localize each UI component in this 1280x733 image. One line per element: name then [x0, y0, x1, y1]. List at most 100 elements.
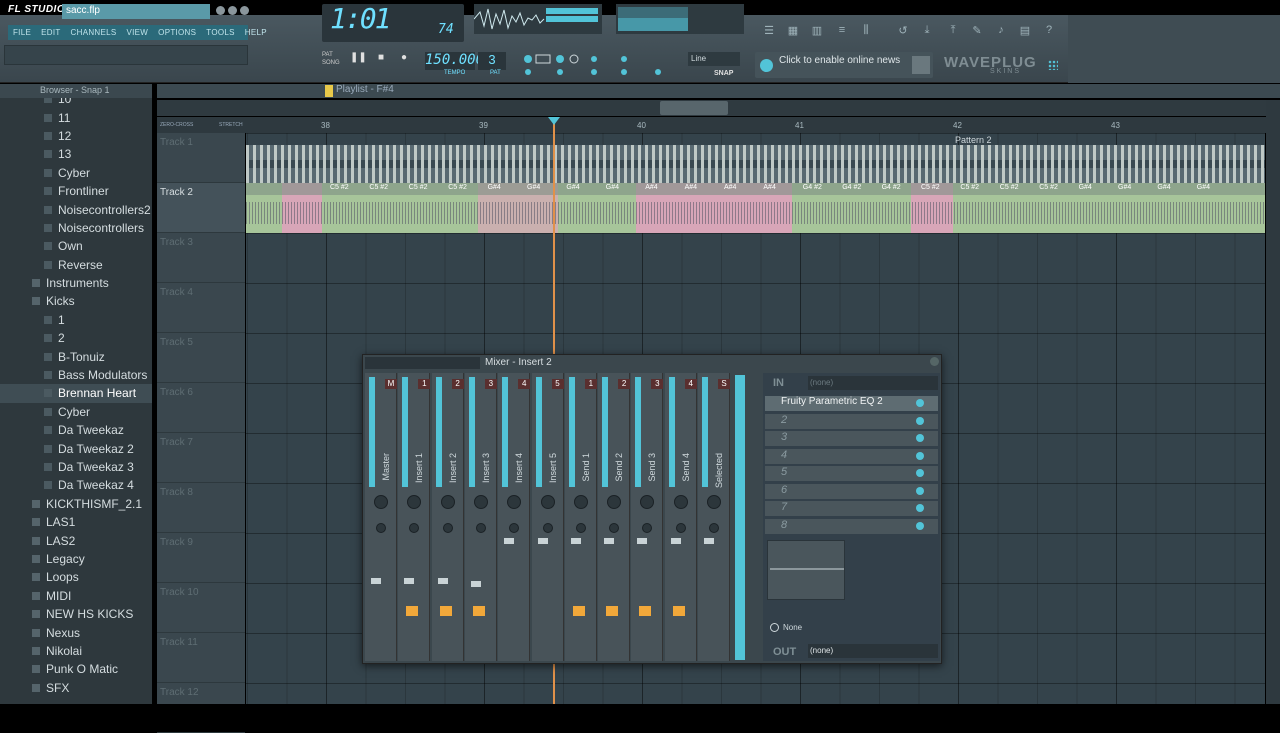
pan-knob[interactable]: [507, 495, 522, 509]
channel-rack-icon[interactable]: ▥: [810, 24, 824, 37]
menu-tools[interactable]: TOOLS: [201, 25, 239, 40]
slot-enable-icon[interactable]: [916, 521, 924, 530]
mixer-strip[interactable]: 5 Insert 5: [531, 373, 564, 661]
browser-item[interactable]: MIDI: [0, 587, 152, 605]
fx-indicator[interactable]: [606, 606, 619, 616]
undo-icon[interactable]: ↺: [896, 24, 910, 37]
pause-icon[interactable]: ❚❚: [350, 52, 367, 66]
help-icon[interactable]: ?: [1042, 24, 1056, 36]
song-mode-label[interactable]: SONG: [322, 60, 340, 66]
effect-slot[interactable]: 8: [765, 518, 938, 534]
pan-knob[interactable]: [540, 495, 555, 509]
browser-item[interactable]: Da Tweekaz 3: [0, 458, 152, 476]
stop-icon[interactable]: ■: [373, 52, 389, 66]
volume-fader[interactable]: [604, 538, 615, 544]
slot-enable-icon[interactable]: [916, 416, 924, 425]
mixer-title-bar[interactable]: [365, 357, 480, 369]
browser-item[interactable]: Da Tweekaz 4: [0, 476, 152, 494]
fx-indicator[interactable]: [439, 606, 452, 616]
browser-item[interactable]: 1: [0, 311, 152, 329]
volume-fader[interactable]: [470, 581, 481, 587]
menu-view[interactable]: VIEW: [122, 25, 154, 40]
mixer-strip[interactable]: 4 Send 4: [664, 373, 697, 661]
volume-fader[interactable]: [537, 538, 548, 544]
effect-slot[interactable]: 5: [765, 466, 938, 481]
track-header[interactable]: Track 7: [157, 433, 245, 483]
browser-header[interactable]: Browser - Snap 1: [0, 84, 152, 98]
mixer-close-button[interactable]: [930, 357, 939, 366]
volume-fader[interactable]: [704, 538, 714, 544]
effect-slot[interactable]: 4: [765, 448, 938, 464]
browser-item[interactable]: NEW HS KICKS: [0, 605, 152, 623]
pattern-clip-track-1[interactable]: [246, 145, 1265, 183]
browser-icon[interactable]: ⫼: [859, 24, 873, 36]
fx-indicator[interactable]: [472, 606, 485, 616]
browser-item[interactable]: Instruments: [0, 274, 152, 292]
menu-channels[interactable]: CHANNELS: [66, 25, 122, 40]
slot-enable-icon[interactable]: [916, 469, 924, 477]
pan-knob[interactable]: [607, 495, 622, 509]
browser-item[interactable]: 11: [0, 108, 152, 126]
browser-item[interactable]: Noisecontrollers: [0, 219, 152, 237]
mixer-strip[interactable]: 1 Insert 1: [398, 373, 431, 661]
volume-fader[interactable]: [504, 538, 515, 544]
track-header[interactable]: Track 2: [157, 183, 245, 233]
menu-options[interactable]: OPTIONS: [153, 25, 201, 40]
browser-item[interactable]: Legacy: [0, 550, 152, 568]
browser-item[interactable]: Nexus: [0, 623, 152, 641]
pan-knob[interactable]: [573, 495, 588, 509]
browser-item[interactable]: LAS2: [0, 531, 152, 549]
volume-fader[interactable]: [570, 538, 581, 544]
fx-indicator[interactable]: [639, 606, 652, 616]
save-icon[interactable]: ⤓: [920, 24, 934, 36]
track-header[interactable]: Track 6: [157, 383, 245, 433]
browser-item[interactable]: 10: [0, 98, 152, 108]
mixer-strip[interactable]: M Master: [365, 373, 397, 661]
filename-field[interactable]: sacc.flp: [62, 4, 210, 19]
track-header[interactable]: Track 9: [157, 533, 245, 583]
tempo-display[interactable]: 150.000: [425, 52, 484, 70]
browser-item[interactable]: B-Tonuiz: [0, 347, 152, 365]
pan-knob[interactable]: [407, 495, 422, 509]
input-select[interactable]: (none): [808, 376, 938, 390]
pan-knob[interactable]: [673, 495, 688, 509]
grid-icon[interactable]: [1048, 60, 1058, 70]
volume-fader[interactable]: [371, 578, 381, 584]
vertical-scrollbar[interactable]: [1266, 100, 1280, 704]
stretch-toggle[interactable]: STRETCH: [219, 122, 243, 128]
effect-slot[interactable]: 3: [765, 431, 938, 446]
piano-roll-icon[interactable]: ▦: [786, 24, 800, 37]
minimize-button[interactable]: [216, 6, 225, 15]
stereo-knob[interactable]: [409, 523, 420, 533]
effect-slot[interactable]: 6: [765, 483, 938, 499]
online-news-text[interactable]: Click to enable online news: [779, 55, 900, 66]
browser-item[interactable]: LAS1: [0, 513, 152, 531]
track-header[interactable]: Track 8: [157, 483, 245, 533]
slot-enable-icon[interactable]: [916, 399, 924, 407]
effect-slot[interactable]: 7: [765, 501, 938, 516]
maximize-button[interactable]: [228, 6, 237, 15]
eq-graph[interactable]: [767, 540, 845, 600]
stereo-knob[interactable]: [575, 523, 586, 533]
output-select[interactable]: (none): [808, 644, 938, 658]
slot-enable-icon[interactable]: [916, 504, 924, 512]
fx-indicator[interactable]: [406, 606, 419, 616]
effect-slot[interactable]: Fruity Parametric EQ 2: [765, 396, 938, 411]
fx-indicator[interactable]: [572, 606, 585, 616]
browser-item[interactable]: Own: [0, 237, 152, 255]
menu-edit[interactable]: EDIT: [36, 25, 65, 40]
stereo-knob[interactable]: [609, 523, 620, 533]
browser-item[interactable]: Loops: [0, 568, 152, 586]
browser-item[interactable]: Reverse: [0, 256, 152, 274]
project-info-icon[interactable]: ▤: [1018, 24, 1032, 37]
stereo-knob[interactable]: [542, 523, 553, 533]
pan-knob[interactable]: [473, 495, 488, 509]
browser-item[interactable]: Cyber: [0, 164, 152, 182]
zero-cross-toggle[interactable]: ZERO-CROSS: [160, 122, 193, 128]
stereo-knob[interactable]: [642, 523, 653, 533]
microphone-icon[interactable]: ♪: [994, 24, 1008, 36]
fx-indicator[interactable]: [672, 606, 685, 616]
slot-enable-icon[interactable]: [916, 434, 924, 442]
mixer-strip[interactable]: 2 Insert 2: [431, 373, 464, 661]
effect-slot[interactable]: 2: [765, 413, 938, 429]
